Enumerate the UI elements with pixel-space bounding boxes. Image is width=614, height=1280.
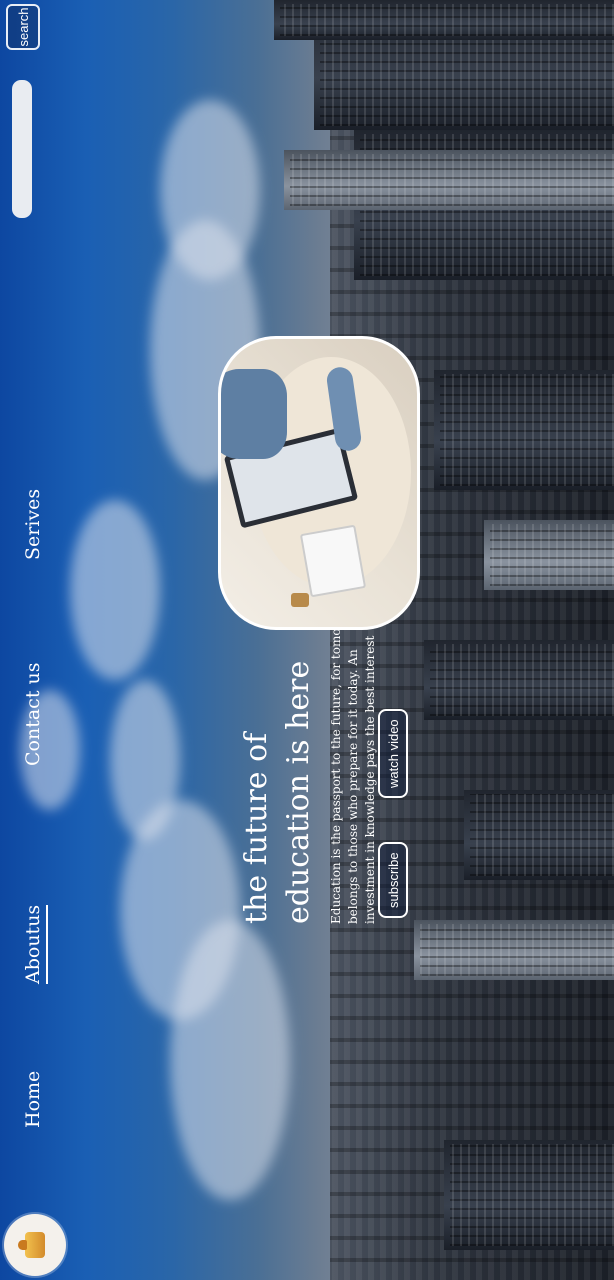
nav-link-home[interactable]: Home — [22, 1071, 44, 1128]
hero-title: the future of education is here — [239, 660, 316, 924]
hero-image — [218, 336, 420, 630]
watch-video-button[interactable]: watch video — [378, 709, 408, 798]
learning-logo-icon — [25, 1232, 45, 1258]
search-button[interactable]: search — [6, 4, 40, 50]
landing-page: Home Aboutus Contact us Serives search t… — [0, 0, 614, 1280]
logo[interactable] — [4, 1214, 66, 1276]
hero-description: Education is the passport to the future,… — [329, 599, 377, 924]
search-input[interactable] — [12, 80, 32, 218]
nav-link-contact[interactable]: Contact us — [22, 663, 44, 766]
nav-link-services[interactable]: Serives — [22, 489, 44, 560]
subscribe-button[interactable]: subscribe — [378, 842, 408, 918]
nav-link-about[interactable]: Aboutus — [22, 905, 44, 984]
navbar: Home Aboutus Contact us Serives search — [0, 0, 70, 1280]
